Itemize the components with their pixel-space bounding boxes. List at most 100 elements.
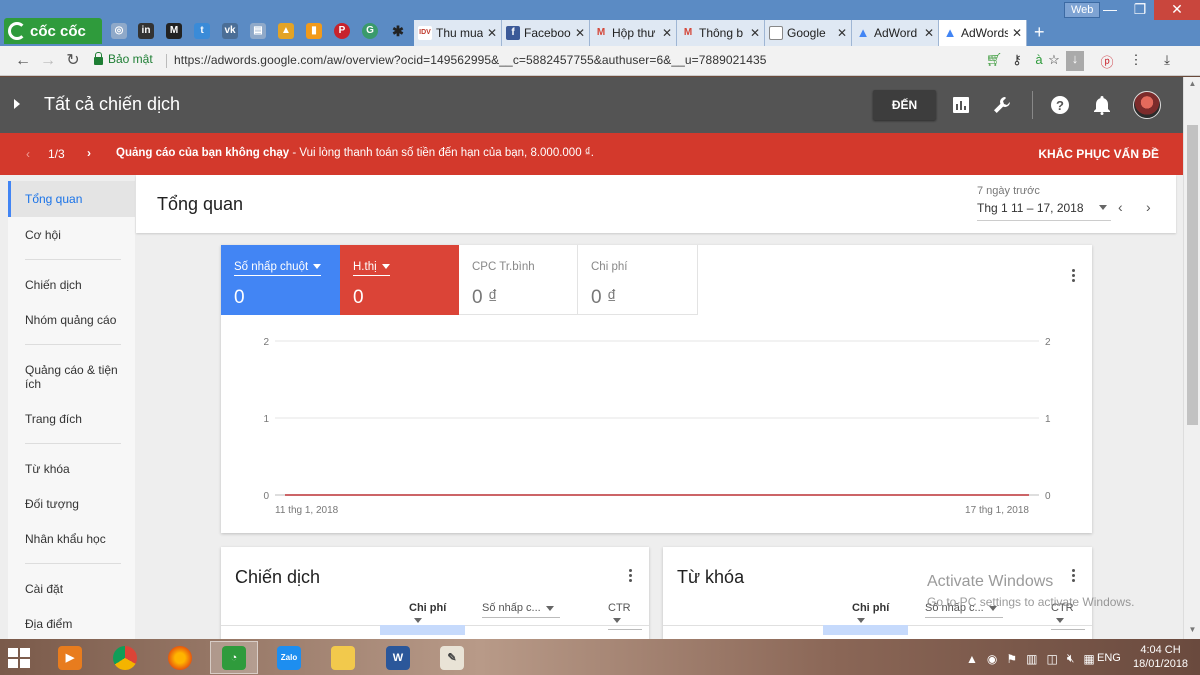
sidebar-item-demographics[interactable]: Nhân khẩu học xyxy=(8,532,135,546)
account-avatar[interactable] xyxy=(1133,91,1161,119)
pinned-tab-grammarly[interactable]: G xyxy=(359,20,381,42)
sidebar-item-opportunities[interactable]: Cơ hội xyxy=(8,228,135,242)
page-scrollbar[interactable]: ▲ ▼ xyxy=(1183,77,1200,639)
coccoc-menu-button[interactable]: cốc cốc xyxy=(4,18,102,44)
metric-label[interactable]: H.thị xyxy=(353,261,390,276)
new-tab-button[interactable]: + xyxy=(1034,22,1045,43)
mute-icon[interactable]: 🔇︎ xyxy=(1067,651,1075,666)
keywords-more-options-icon[interactable] xyxy=(1072,569,1076,584)
tab-gmail-inbox[interactable]: M Hộp thư ✕ xyxy=(590,20,677,46)
date-range-selector[interactable]: Thg 1 11 – 17, 2018 xyxy=(977,201,1111,221)
taskbar-word[interactable]: W xyxy=(374,641,422,674)
close-tab-icon[interactable]: ✕ xyxy=(487,26,497,40)
sidebar-toggle-icon[interactable] xyxy=(14,99,20,109)
alert-next-chevron-icon[interactable]: › xyxy=(87,146,91,160)
metric-avg-cpc[interactable]: CPC Tr.bình 0 ₫ xyxy=(459,245,578,315)
close-tab-icon[interactable]: ✕ xyxy=(837,26,847,40)
url-field[interactable]: https://adwords.google.com/aw/overview?o… xyxy=(174,53,767,67)
sidebar-item-settings[interactable]: Cài đặt xyxy=(8,582,135,596)
taskbar-paint[interactable]: ✎ xyxy=(428,641,476,674)
tab-facebook[interactable]: f Faceboo ✕ xyxy=(502,20,590,46)
pinned-tab-twitter[interactable]: t xyxy=(191,20,213,42)
tray-expand-icon[interactable]: ▲ xyxy=(966,652,978,666)
scrollbar-thumb[interactable] xyxy=(1187,125,1198,425)
metric-cost[interactable]: Chi phí 0 ₫ xyxy=(578,245,698,315)
taskbar-media-player[interactable]: ▶ xyxy=(46,641,94,674)
close-tab-icon[interactable]: ✕ xyxy=(924,26,934,40)
reload-icon[interactable]: ↻ xyxy=(63,51,83,71)
pinned-tab-store[interactable]: ▤ xyxy=(247,20,269,42)
notifications-bell-icon[interactable] xyxy=(1091,94,1113,116)
date-prev-chevron-icon[interactable]: ‹ xyxy=(1118,199,1123,215)
taskbar-zalo[interactable]: Zalo xyxy=(265,641,313,674)
metric-impressions[interactable]: H.thị 0 xyxy=(340,245,459,315)
scroll-up-icon[interactable]: ▲ xyxy=(1184,79,1200,88)
metric-clicks[interactable]: Số nhấp chuột 0 xyxy=(221,245,340,315)
sidebar-item-audiences[interactable]: Đối tượng xyxy=(8,497,135,511)
back-arrow-icon[interactable]: ← xyxy=(13,51,33,71)
close-tab-icon[interactable]: ✕ xyxy=(662,26,672,40)
tab-thu-mua[interactable]: IDV Thu mua ✕ xyxy=(414,20,502,46)
reports-icon[interactable] xyxy=(950,94,972,116)
metric-label[interactable]: Số nhấp chuột xyxy=(234,261,322,276)
pinned-tab-vk[interactable]: vk xyxy=(219,20,241,42)
date-dropdown-icon[interactable] xyxy=(1099,205,1107,210)
date-next-chevron-icon[interactable]: › xyxy=(1146,199,1151,215)
menu-icon[interactable]: ⋮ xyxy=(1127,52,1145,68)
sidebar-item-ad-groups[interactable]: Nhóm quảng cáo xyxy=(8,313,135,327)
taskbar-chrome[interactable] xyxy=(101,641,149,674)
windows-start-icon[interactable] xyxy=(8,648,30,668)
pinned-tab-linkedin[interactable]: in xyxy=(135,20,157,42)
tab-google[interactable]: Google ✕ xyxy=(765,20,852,46)
tab-adwords-active[interactable]: ▲ AdWords ✕ xyxy=(939,20,1027,46)
sidebar-item-campaigns[interactable]: Chiến dịch xyxy=(8,278,135,292)
wifi-icon[interactable]: ◫ xyxy=(1046,652,1057,666)
help-icon[interactable]: ? xyxy=(1049,94,1071,116)
scroll-down-icon[interactable]: ▼ xyxy=(1184,625,1200,634)
network-icon[interactable]: ▥ xyxy=(1026,652,1037,666)
close-tab-icon[interactable]: ✕ xyxy=(750,26,760,40)
input-language[interactable]: ENG xyxy=(1097,652,1121,664)
flag-icon[interactable]: ⚑ xyxy=(1006,652,1017,666)
close-tab-icon[interactable]: ✕ xyxy=(1012,26,1022,40)
forward-arrow-icon[interactable]: → xyxy=(38,51,58,71)
taskbar-file-explorer[interactable] xyxy=(319,641,367,674)
tray-app-icon[interactable]: ◉ xyxy=(987,652,997,666)
keyboard-icon[interactable]: ▦ xyxy=(1083,652,1094,666)
taskbar-coccoc[interactable]: ◔ xyxy=(210,641,258,674)
pinned-tab-drive[interactable]: ▲ xyxy=(275,20,297,42)
tab-adwords-1[interactable]: ▲ AdWord ✕ xyxy=(852,20,939,46)
fix-issue-button[interactable]: KHẮC PHỤC VẤN ĐỀ xyxy=(1038,147,1159,161)
x-axis-tick-label: 17 thg 1, 2018 xyxy=(965,505,1029,516)
taskbar-firefox[interactable] xyxy=(156,641,204,674)
pinned-tab-asterisk[interactable]: ✱ xyxy=(387,20,409,42)
campaigns-col-clicks[interactable]: Số nhấp c... xyxy=(482,602,560,618)
sidebar-item-keywords[interactable]: Từ khóa xyxy=(8,462,135,476)
sidebar-item-overview[interactable]: Tổng quan xyxy=(8,181,135,217)
download-icon[interactable]: ↓ xyxy=(1066,51,1084,71)
cart-icon[interactable]: 🛒︎ xyxy=(985,52,1003,68)
restore-icon[interactable]: ❐ xyxy=(1125,0,1155,20)
taskbar-clock[interactable]: 4:04 CH 18/01/2018 xyxy=(1133,643,1188,671)
pinned-tab-1[interactable]: ◎ xyxy=(108,20,130,42)
pinned-tab-medium[interactable]: M xyxy=(163,20,185,42)
pinned-tab-analytics[interactable]: ▮ xyxy=(303,20,325,42)
tools-wrench-icon[interactable] xyxy=(991,94,1013,116)
campaigns-more-options-icon[interactable] xyxy=(629,569,633,584)
sidebar-item-locations[interactable]: Địa điểm xyxy=(8,617,135,631)
minimize-icon[interactable]: — xyxy=(1095,0,1125,20)
sidebar-item-landing-pages[interactable]: Trang đích xyxy=(8,412,135,426)
goto-button[interactable]: ĐẾN xyxy=(873,90,936,120)
pinterest-save-icon[interactable]: ⓟ xyxy=(1098,52,1116,71)
tab-gmail-notice[interactable]: M Thông b ✕ xyxy=(677,20,765,46)
security-indicator[interactable]: Bảo mật xyxy=(94,52,153,66)
sidebar-item-ads-extensions[interactable]: Quảng cáo & tiện ích xyxy=(8,363,135,391)
star-icon[interactable]: ☆ xyxy=(1045,52,1063,68)
pinned-tab-pinterest[interactable]: P xyxy=(331,20,353,42)
key-icon[interactable]: ⚷ xyxy=(1008,52,1026,68)
alert-prev-chevron-icon[interactable]: ‹ xyxy=(26,147,30,161)
chart-more-options-icon[interactable] xyxy=(1072,269,1076,284)
download-manager-icon[interactable]: ⤓ xyxy=(1158,52,1176,68)
close-tab-icon[interactable]: ✕ xyxy=(575,26,585,40)
close-window-icon[interactable]: ✕ xyxy=(1154,0,1200,20)
